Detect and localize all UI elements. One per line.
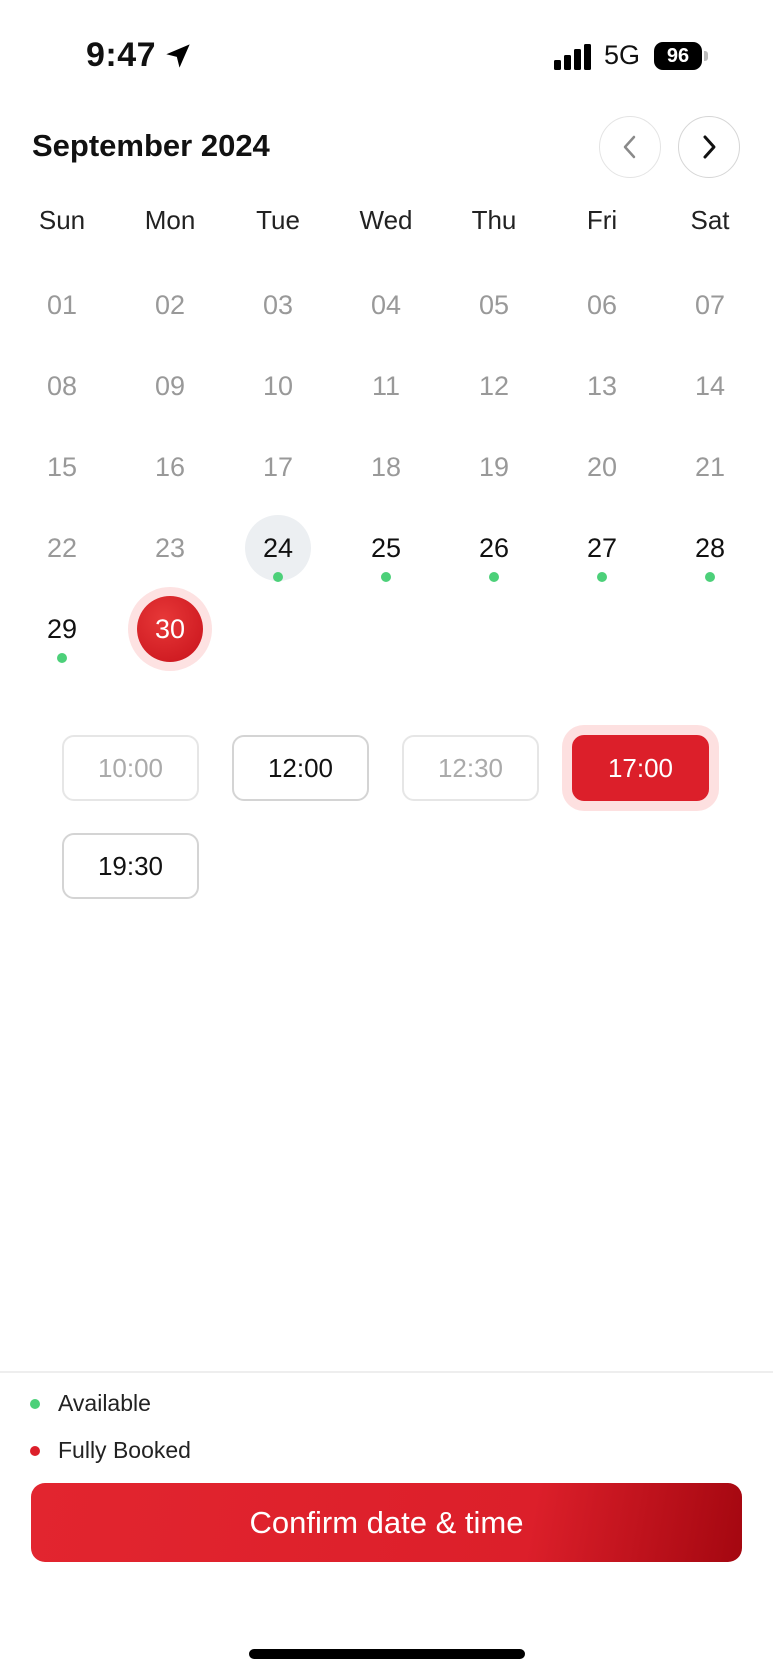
home-indicator [249, 1649, 525, 1659]
day-number: 22 [46, 532, 78, 563]
calendar-day: 13 [548, 343, 656, 429]
weekday-header: Sun Mon Tue Wed Thu Fri Sat [8, 205, 764, 236]
month-title: September 2024 [32, 128, 270, 163]
legend-label: Fully Booked [58, 1437, 191, 1463]
time-slot[interactable]: 19:30 [62, 833, 199, 899]
time-slot[interactable]: 10:00 [62, 735, 199, 801]
availability-dot-icon [273, 572, 283, 582]
calendar-day-today[interactable]: 24 [224, 505, 332, 591]
calendar-day: 22 [8, 505, 116, 591]
week-row: 01 02 03 04 05 06 07 [8, 262, 764, 348]
calendar-day: 18 [332, 424, 440, 510]
day-number: 20 [586, 451, 618, 482]
availability-dot-icon [597, 572, 607, 582]
calendar-day: 17 [224, 424, 332, 510]
week-row: 29 30 [8, 586, 764, 672]
divider [0, 1371, 773, 1373]
location-arrow-icon [166, 44, 190, 68]
calendar-day: 08 [8, 343, 116, 429]
calendar-day: 06 [548, 262, 656, 348]
day-number: 23 [154, 532, 186, 563]
calendar-day[interactable]: 26 [440, 505, 548, 591]
battery-icon: 96 [654, 42, 702, 70]
day-number: 17 [262, 451, 294, 482]
day-number: 10 [262, 370, 294, 401]
day-number: 30 [137, 596, 203, 662]
time-slot[interactable]: 17:00 [572, 735, 709, 801]
calendar-day[interactable]: 29 [8, 586, 116, 672]
chevron-right-icon [703, 135, 716, 159]
day-number: 07 [694, 289, 726, 320]
day-number: 13 [586, 370, 618, 401]
calendar-day: 11 [332, 343, 440, 429]
calendar-day: 15 [8, 424, 116, 510]
booking-screen: 9:47 5G 96 September 2024 Sun Mon Tue We… [0, 0, 773, 1676]
weekday-label: Sat [690, 205, 730, 235]
calendar-day: 03 [224, 262, 332, 348]
day-number: 19 [478, 451, 510, 482]
day-number: 06 [586, 289, 618, 320]
calendar-day: 02 [116, 262, 224, 348]
day-number: 14 [694, 370, 726, 401]
availability-dot-icon [381, 572, 391, 582]
day-number: 09 [154, 370, 186, 401]
calendar-day: 09 [116, 343, 224, 429]
status-time: 9:47 [86, 36, 157, 74]
time-slot[interactable]: 12:30 [402, 735, 539, 801]
day-number: 18 [370, 451, 402, 482]
calendar-day: 04 [332, 262, 440, 348]
weekday-label: Thu [471, 205, 517, 235]
available-dot-icon [30, 1398, 40, 1409]
calendar-day: 21 [656, 424, 764, 510]
day-number: 21 [694, 451, 726, 482]
week-row: 15 16 17 18 19 20 21 [8, 424, 764, 510]
day-number: 01 [46, 289, 78, 320]
calendar-day: 23 [116, 505, 224, 591]
calendar-day: 20 [548, 424, 656, 510]
weekday-label: Mon [144, 205, 196, 235]
availability-dot-icon [489, 572, 499, 582]
day-number: 08 [46, 370, 78, 401]
network-label: 5G [604, 40, 641, 70]
legend-label: Available [58, 1390, 151, 1416]
chevron-left-icon [623, 135, 636, 159]
calendar-day[interactable]: 25 [332, 505, 440, 591]
day-number: 16 [154, 451, 186, 482]
calendar-day: 16 [116, 424, 224, 510]
battery-cap [704, 51, 708, 61]
weekday-label: Sun [38, 205, 86, 235]
signal-bars-icon [554, 44, 591, 70]
week-row: 22 23 24 25 26 27 28 [8, 505, 764, 591]
availability-dot-icon [57, 653, 67, 663]
day-number: 15 [46, 451, 78, 482]
day-number: 11 [371, 370, 401, 401]
calendar-day: 12 [440, 343, 548, 429]
day-number: 05 [478, 289, 510, 320]
day-number: 04 [370, 289, 402, 320]
calendar-day[interactable]: 28 [656, 505, 764, 591]
next-month-button[interactable] [678, 116, 740, 178]
prev-month-button[interactable] [599, 116, 661, 178]
weekday-label: Fri [586, 205, 618, 235]
confirm-button[interactable]: Confirm date & time [31, 1483, 742, 1562]
day-number: 12 [478, 370, 510, 401]
calendar-day: 07 [656, 262, 764, 348]
calendar-day[interactable]: 27 [548, 505, 656, 591]
legend-fully-booked: Fully Booked [30, 1437, 191, 1464]
time-slot[interactable]: 12:00 [232, 735, 369, 801]
booked-dot-icon [30, 1445, 40, 1456]
weekday-label: Tue [256, 205, 300, 235]
day-number: 02 [154, 289, 186, 320]
legend-available: Available [30, 1390, 151, 1417]
calendar-day: 01 [8, 262, 116, 348]
calendar-day: 05 [440, 262, 548, 348]
calendar-day: 14 [656, 343, 764, 429]
availability-dot-icon [705, 572, 715, 582]
calendar-day-selected[interactable]: 30 [116, 586, 224, 672]
weekday-label: Wed [359, 205, 413, 235]
week-row: 08 09 10 11 12 13 14 [8, 343, 764, 429]
calendar-day: 19 [440, 424, 548, 510]
calendar-day: 10 [224, 343, 332, 429]
day-number: 03 [262, 289, 294, 320]
